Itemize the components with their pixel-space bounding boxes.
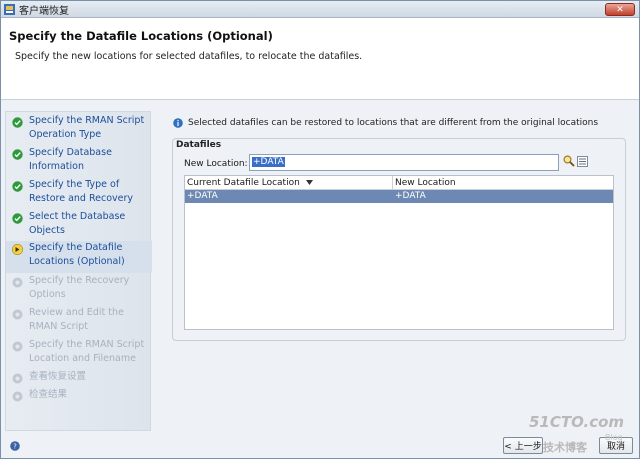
close-button[interactable]: ✕ [605, 3, 635, 16]
wizard-steps-panel: Specify the RMAN Script Operation Type S… [5, 111, 152, 431]
new-location-input[interactable]: +DATA [249, 154, 559, 171]
step-label: Review and Edit the RMAN Script [29, 307, 124, 332]
step-label: Specify the Recovery Options [29, 275, 130, 300]
info-icon [173, 118, 183, 128]
back-button[interactable]: < 上一步 [503, 437, 543, 454]
step-check-results: 检查结果 [6, 388, 152, 406]
step-recovery-options: Specify the Recovery Options [6, 274, 152, 306]
table-header: Current Datafile Location New Location [185, 176, 613, 190]
search-icon[interactable] [563, 155, 575, 167]
svg-text:?: ? [13, 443, 17, 451]
page-description: Specify the new locations for selected d… [15, 51, 363, 62]
page-title: Specify the Datafile Locations (Optional… [9, 29, 273, 43]
group-title: Datafiles [176, 140, 222, 150]
step-review-rman-script: Review and Edit the RMAN Script [6, 306, 152, 338]
info-message: Selected datafiles can be restored to lo… [173, 118, 598, 128]
check-icon [12, 181, 23, 192]
cell-current-location: +DATA [187, 191, 218, 201]
cell-new-location: +DATA [395, 191, 426, 201]
step-label: Select the Database Objects [29, 211, 126, 236]
info-text: Selected datafiles can be restored to lo… [188, 118, 599, 128]
step-database-objects[interactable]: Select the Database Objects [6, 210, 152, 242]
wizard-window: 客户端恢复 ✕ Specify the Datafile Locations (… [0, 0, 640, 459]
app-icon [4, 3, 15, 15]
datafiles-group: Datafiles New Location: +DATA Current Da… [172, 138, 626, 341]
step-label: 检查结果 [29, 389, 68, 400]
step-label: Specify the Type of Restore and Recovery [29, 179, 134, 204]
column-header-current-location[interactable]: Current Datafile Location [185, 176, 393, 189]
step-script-location: Specify the RMAN Script Location and Fil… [6, 338, 152, 370]
new-location-label: New Location: [184, 159, 248, 169]
main-panel: Selected datafiles can be restored to lo… [161, 111, 631, 431]
table-row[interactable]: +DATA +DATA [185, 190, 613, 203]
page-header: Specify the Datafile Locations (Optional… [1, 18, 639, 100]
cancel-button[interactable]: 取消 [599, 437, 633, 454]
step-label: Specify the Datafile Locations (Optional… [29, 242, 125, 267]
window-title: 客户端恢复 [19, 5, 69, 17]
datafiles-table: Current Datafile Location New Location +… [184, 175, 614, 330]
check-icon [12, 149, 23, 160]
watermark-subtitle: 技术博客 [543, 441, 587, 454]
column-header-label: Current Datafile Location [187, 177, 300, 188]
column-header-new-location[interactable]: New Location [393, 176, 613, 189]
list-icon[interactable] [577, 156, 588, 167]
title-bar[interactable]: 客户端恢复 ✕ [1, 1, 639, 18]
column-header-label: New Location [395, 177, 456, 188]
step-database-information[interactable]: Specify Database Information [6, 146, 152, 178]
check-icon [12, 213, 23, 224]
step-label: Specify the RMAN Script Operation Type [29, 115, 145, 140]
help-icon[interactable]: ? [10, 441, 20, 451]
pending-step-icon [12, 309, 23, 320]
step-restore-recovery-type[interactable]: Specify the Type of Restore and Recovery [6, 178, 152, 210]
check-icon [12, 117, 23, 128]
step-review-settings: 查看恢复设置 [6, 370, 152, 388]
step-label: 查看恢复设置 [29, 371, 87, 382]
sort-desc-icon [305, 180, 313, 185]
step-label: Specify the RMAN Script Location and Fil… [29, 339, 145, 364]
pending-step-icon [12, 391, 23, 402]
step-datafile-locations[interactable]: Specify the Datafile Locations (Optional… [6, 241, 152, 273]
pending-step-icon [12, 341, 23, 352]
step-label: Specify Database Information [29, 147, 112, 172]
pending-step-icon [12, 373, 23, 384]
new-location-value: +DATA [252, 157, 285, 167]
current-step-arrow-icon [12, 244, 23, 255]
pending-step-icon [12, 277, 23, 288]
step-rman-operation-type[interactable]: Specify the RMAN Script Operation Type [6, 114, 152, 146]
